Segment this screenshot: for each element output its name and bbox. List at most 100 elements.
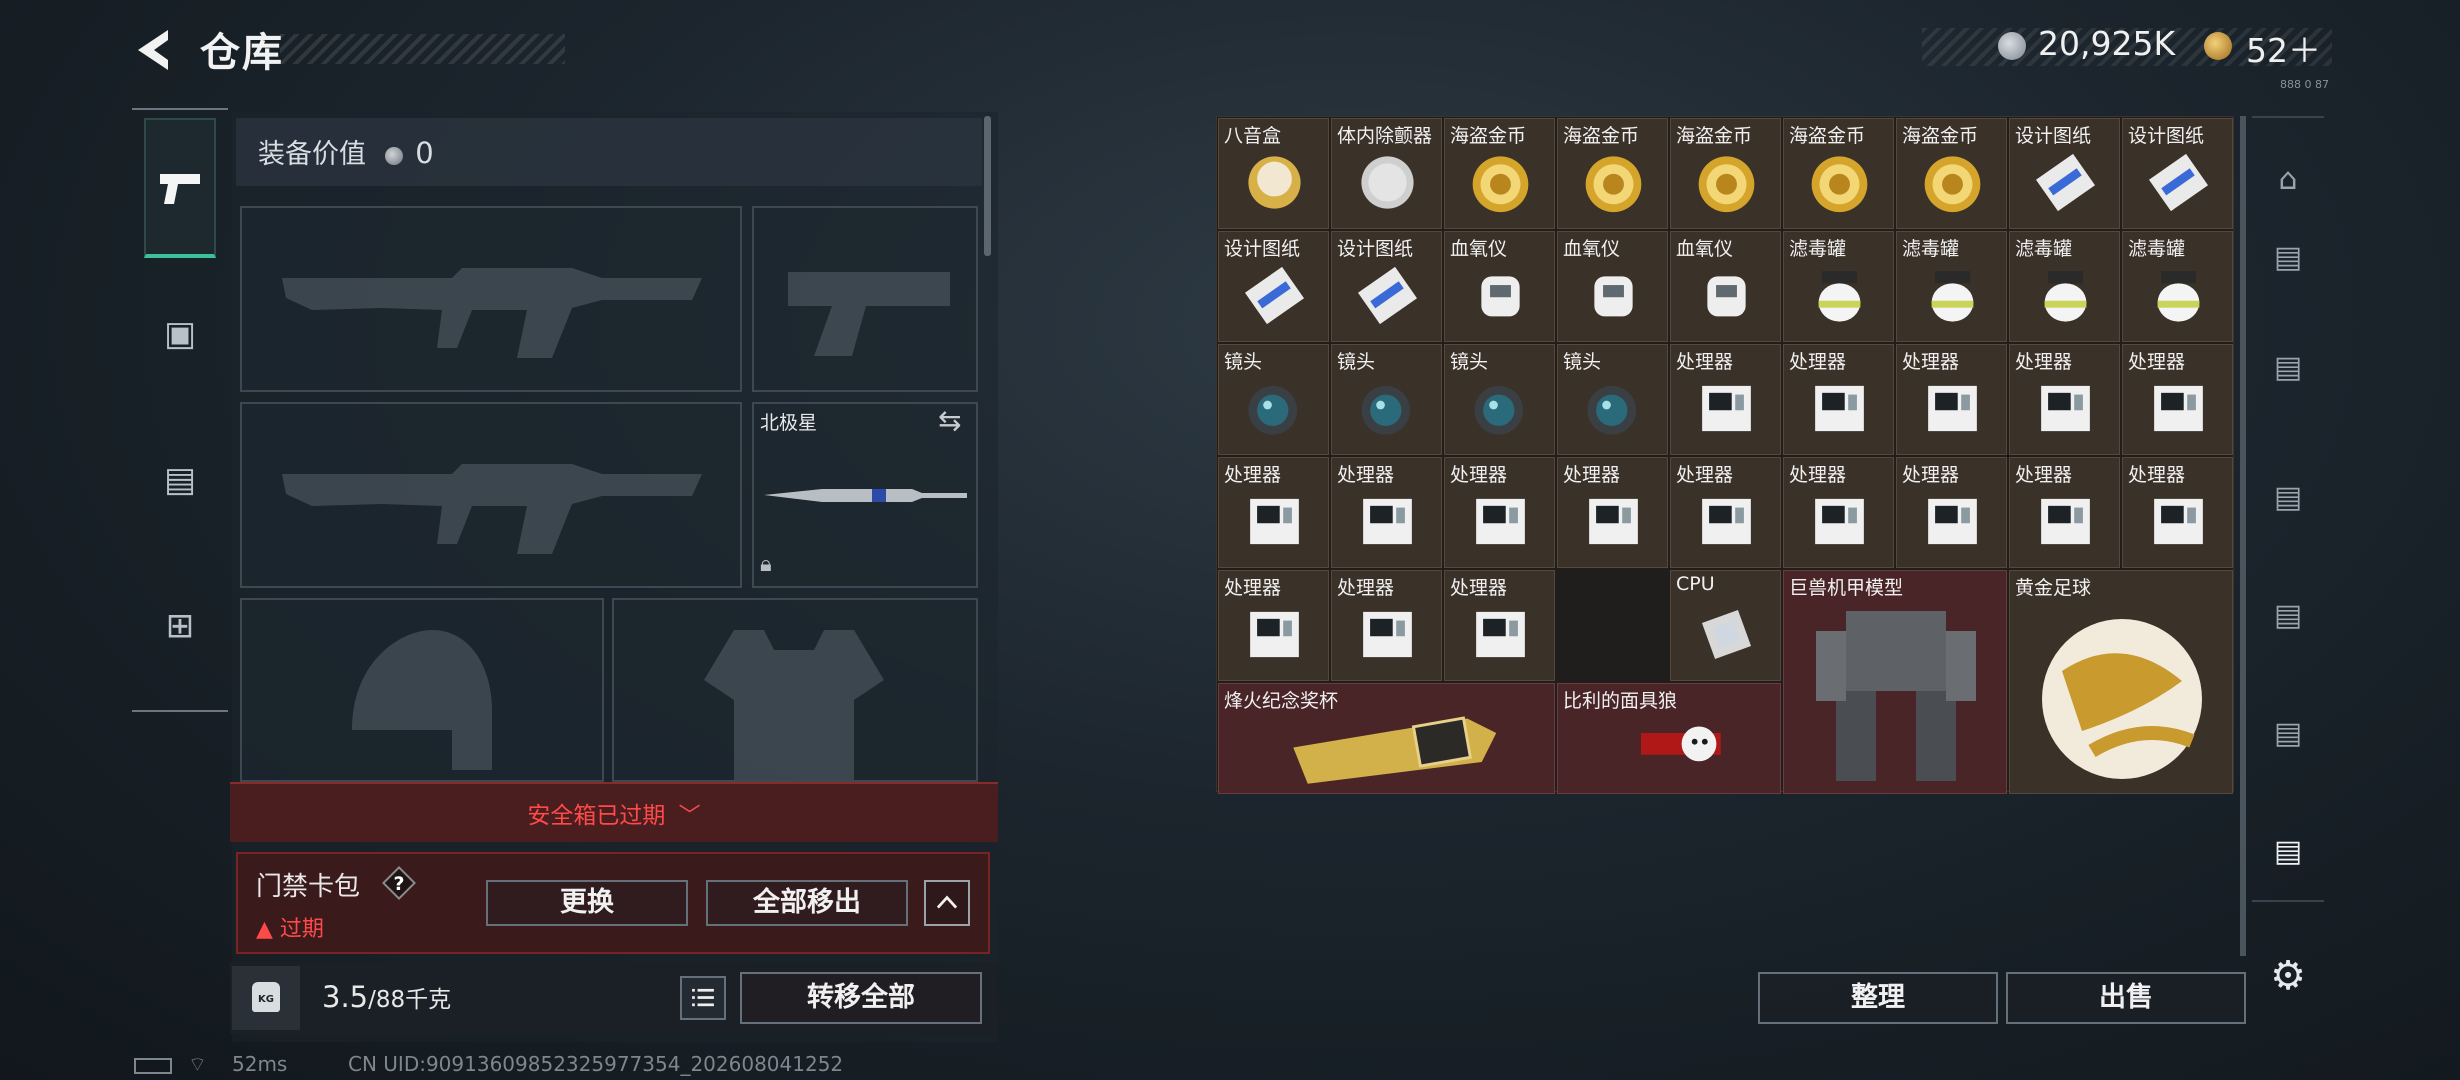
svg-text:?: ? (393, 873, 404, 895)
stash-item-processor[interactable]: 处理器 (2122, 457, 2233, 568)
remove-all-button[interactable]: 全部移出 (706, 880, 908, 926)
stash-item-label: 处理器 (1676, 351, 1734, 373)
stash-item-billy-puppet[interactable]: 比利的面具狼 (1557, 683, 1781, 794)
weight-capacity: /88千克 (368, 987, 452, 1013)
helmet-silhouette-icon (352, 630, 492, 770)
transfer-all-button[interactable]: 转移全部 (740, 972, 982, 1024)
stash-item-lens[interactable]: 镜头 (1557, 344, 1668, 455)
weight-icon: KG (232, 966, 300, 1030)
backpack-icon[interactable]: ▤ (144, 460, 216, 500)
stash-item-processor[interactable]: 处理器 (2009, 457, 2120, 568)
stash-item-processor[interactable]: 处理器 (1896, 344, 2007, 455)
stash-item-music-box[interactable]: 八音盒 (1218, 118, 1329, 229)
stash-item-label: 镜头 (1337, 351, 1376, 373)
stash-item-processor[interactable]: 处理器 (1331, 570, 1442, 681)
stash-item-oximeter[interactable]: 血氧仪 (1557, 231, 1668, 342)
stash-page-1-icon[interactable]: ▤ (2256, 226, 2320, 290)
stash-item-label: 处理器 (1563, 464, 1621, 486)
sell-button[interactable]: 出售 (2006, 972, 2246, 1024)
helmet-slot[interactable] (240, 598, 604, 782)
processor-icon (1702, 498, 1751, 545)
stash-item-gold-football[interactable]: 黄金足球 (2009, 570, 2233, 794)
stash-page-5-icon[interactable]: ▤ (2256, 702, 2320, 766)
gold-coin-icon (1811, 156, 1868, 213)
stash-item-blueprint[interactable]: 设计图纸 (1331, 231, 1442, 342)
stash-item-lens[interactable]: 镜头 (1218, 344, 1329, 455)
stash-item-gold-coin[interactable]: 海盗金币 (1896, 118, 2007, 229)
stash-item-processor[interactable]: 处理器 (1783, 344, 1894, 455)
stash-item-processor[interactable]: 处理器 (2009, 344, 2120, 455)
stash-item-processor[interactable]: 处理器 (1670, 457, 1781, 568)
stash-item-filter[interactable]: 滤毒罐 (1896, 231, 2007, 342)
stash-item-filter[interactable]: 滤毒罐 (2009, 231, 2120, 342)
stash-item-processor[interactable]: 处理器 (1670, 344, 1781, 455)
safebox-status[interactable]: 安全箱已过期 ﹀ (230, 796, 998, 830)
melee-name: 北极星 (760, 412, 818, 434)
swap-icon[interactable]: ⇆ (938, 404, 961, 437)
stash-item-gold-coin[interactable]: 海盗金币 (1670, 118, 1781, 229)
stash-item-cpu[interactable]: CPU (1670, 570, 1781, 681)
vest-icon[interactable]: ▣ (144, 314, 216, 354)
stash-scrollbar[interactable] (2240, 116, 2246, 956)
processor-icon (1815, 498, 1864, 545)
stash-item-blueprint[interactable]: 设计图纸 (2009, 118, 2120, 229)
stash-item-blueprint[interactable]: 设计图纸 (1218, 231, 1329, 342)
stash-item-gold-coin[interactable]: 海盗金币 (1444, 118, 1555, 229)
gold-coin-icon (1924, 156, 1981, 213)
stash-item-filter[interactable]: 滤毒罐 (2122, 231, 2233, 342)
stash-item-label: 镜头 (1450, 351, 1489, 373)
stash-page-2-icon[interactable]: ▤ (2256, 336, 2320, 400)
stash-item-processor[interactable]: 处理器 (1783, 457, 1894, 568)
primary-weapon-slot[interactable] (240, 206, 742, 392)
stash-item-filter[interactable]: 滤毒罐 (1783, 231, 1894, 342)
stash-item-processor[interactable]: 处理器 (1218, 457, 1329, 568)
stash-item-processor[interactable]: 处理器 (1218, 570, 1329, 681)
case-icon[interactable]: ⊞ (144, 606, 216, 646)
chevron-up-button[interactable] (924, 880, 970, 926)
processor-icon (2154, 498, 2203, 545)
gear-icon[interactable]: ⚙ (2256, 944, 2320, 1008)
armor-slot[interactable] (612, 598, 978, 782)
back-arrow-icon[interactable] (132, 26, 176, 74)
stash-item-processor[interactable]: 处理器 (1896, 457, 2007, 568)
replace-button[interactable]: 更换 (486, 880, 688, 926)
safe-house-icon[interactable]: ⌂ (2256, 148, 2320, 212)
stash-item-lens[interactable]: 镜头 (1331, 344, 1442, 455)
stash-item-mech-model[interactable]: 巨兽机甲模型 (1783, 570, 2007, 794)
gold-balance[interactable]: 52＋ (2246, 24, 2321, 72)
pistol-silhouette-icon (788, 272, 950, 356)
stash-item-label: 处理器 (1337, 577, 1395, 599)
stash-page-4-icon[interactable]: ▤ (2256, 584, 2320, 648)
secondary-weapon-slot[interactable] (240, 402, 742, 588)
stash-item-oximeter[interactable]: 血氧仪 (1444, 231, 1555, 342)
lens-icon (1248, 385, 1298, 435)
gold-coin-icon (2204, 32, 2232, 60)
stash-item-lens[interactable]: 镜头 (1444, 344, 1555, 455)
blueprint-icon (1357, 266, 1418, 325)
stash-item-gold-coin[interactable]: 海盗金币 (1783, 118, 1894, 229)
stash-item-processor[interactable]: 处理器 (2122, 344, 2233, 455)
organize-button[interactable]: 整理 (1758, 972, 1998, 1024)
stash-item-blueprint[interactable]: 设计图纸 (2122, 118, 2233, 229)
stash-page-6-icon[interactable]: ▤ (2256, 820, 2320, 884)
stash-item-processor[interactable]: 处理器 (1331, 457, 1442, 568)
stash-item-gold-coin[interactable]: 海盗金币 (1557, 118, 1668, 229)
stash-item-defibrillator[interactable]: 体内除颤器 (1331, 118, 1442, 229)
help-icon[interactable]: ? (382, 866, 416, 900)
filter-icon (2044, 271, 2087, 322)
equip-scrollbar[interactable] (984, 116, 991, 256)
gold-coin-icon (1585, 156, 1642, 213)
stash-item-processor[interactable]: 处理器 (1444, 570, 1555, 681)
stash-item-label: 巨兽机甲模型 (1789, 577, 1904, 599)
list-icon[interactable] (680, 976, 726, 1020)
pistol-slot[interactable] (752, 206, 978, 392)
stash-item-label: 滤毒罐 (2015, 238, 2073, 260)
stash-item-processor[interactable]: 处理器 (1557, 457, 1668, 568)
lens-icon (1474, 385, 1524, 435)
stash-item-processor[interactable]: 处理器 (1444, 457, 1555, 568)
melee-slot[interactable]: 北极星 ⇆ 🔒︎ (752, 402, 978, 588)
stash-item-trophy[interactable]: 烽火纪念奖杯 (1218, 683, 1555, 794)
stash-item-oximeter[interactable]: 血氧仪 (1670, 231, 1781, 342)
stash-page-3-icon[interactable]: ▤ (2256, 466, 2320, 530)
rail-bottom-line (2252, 900, 2324, 902)
